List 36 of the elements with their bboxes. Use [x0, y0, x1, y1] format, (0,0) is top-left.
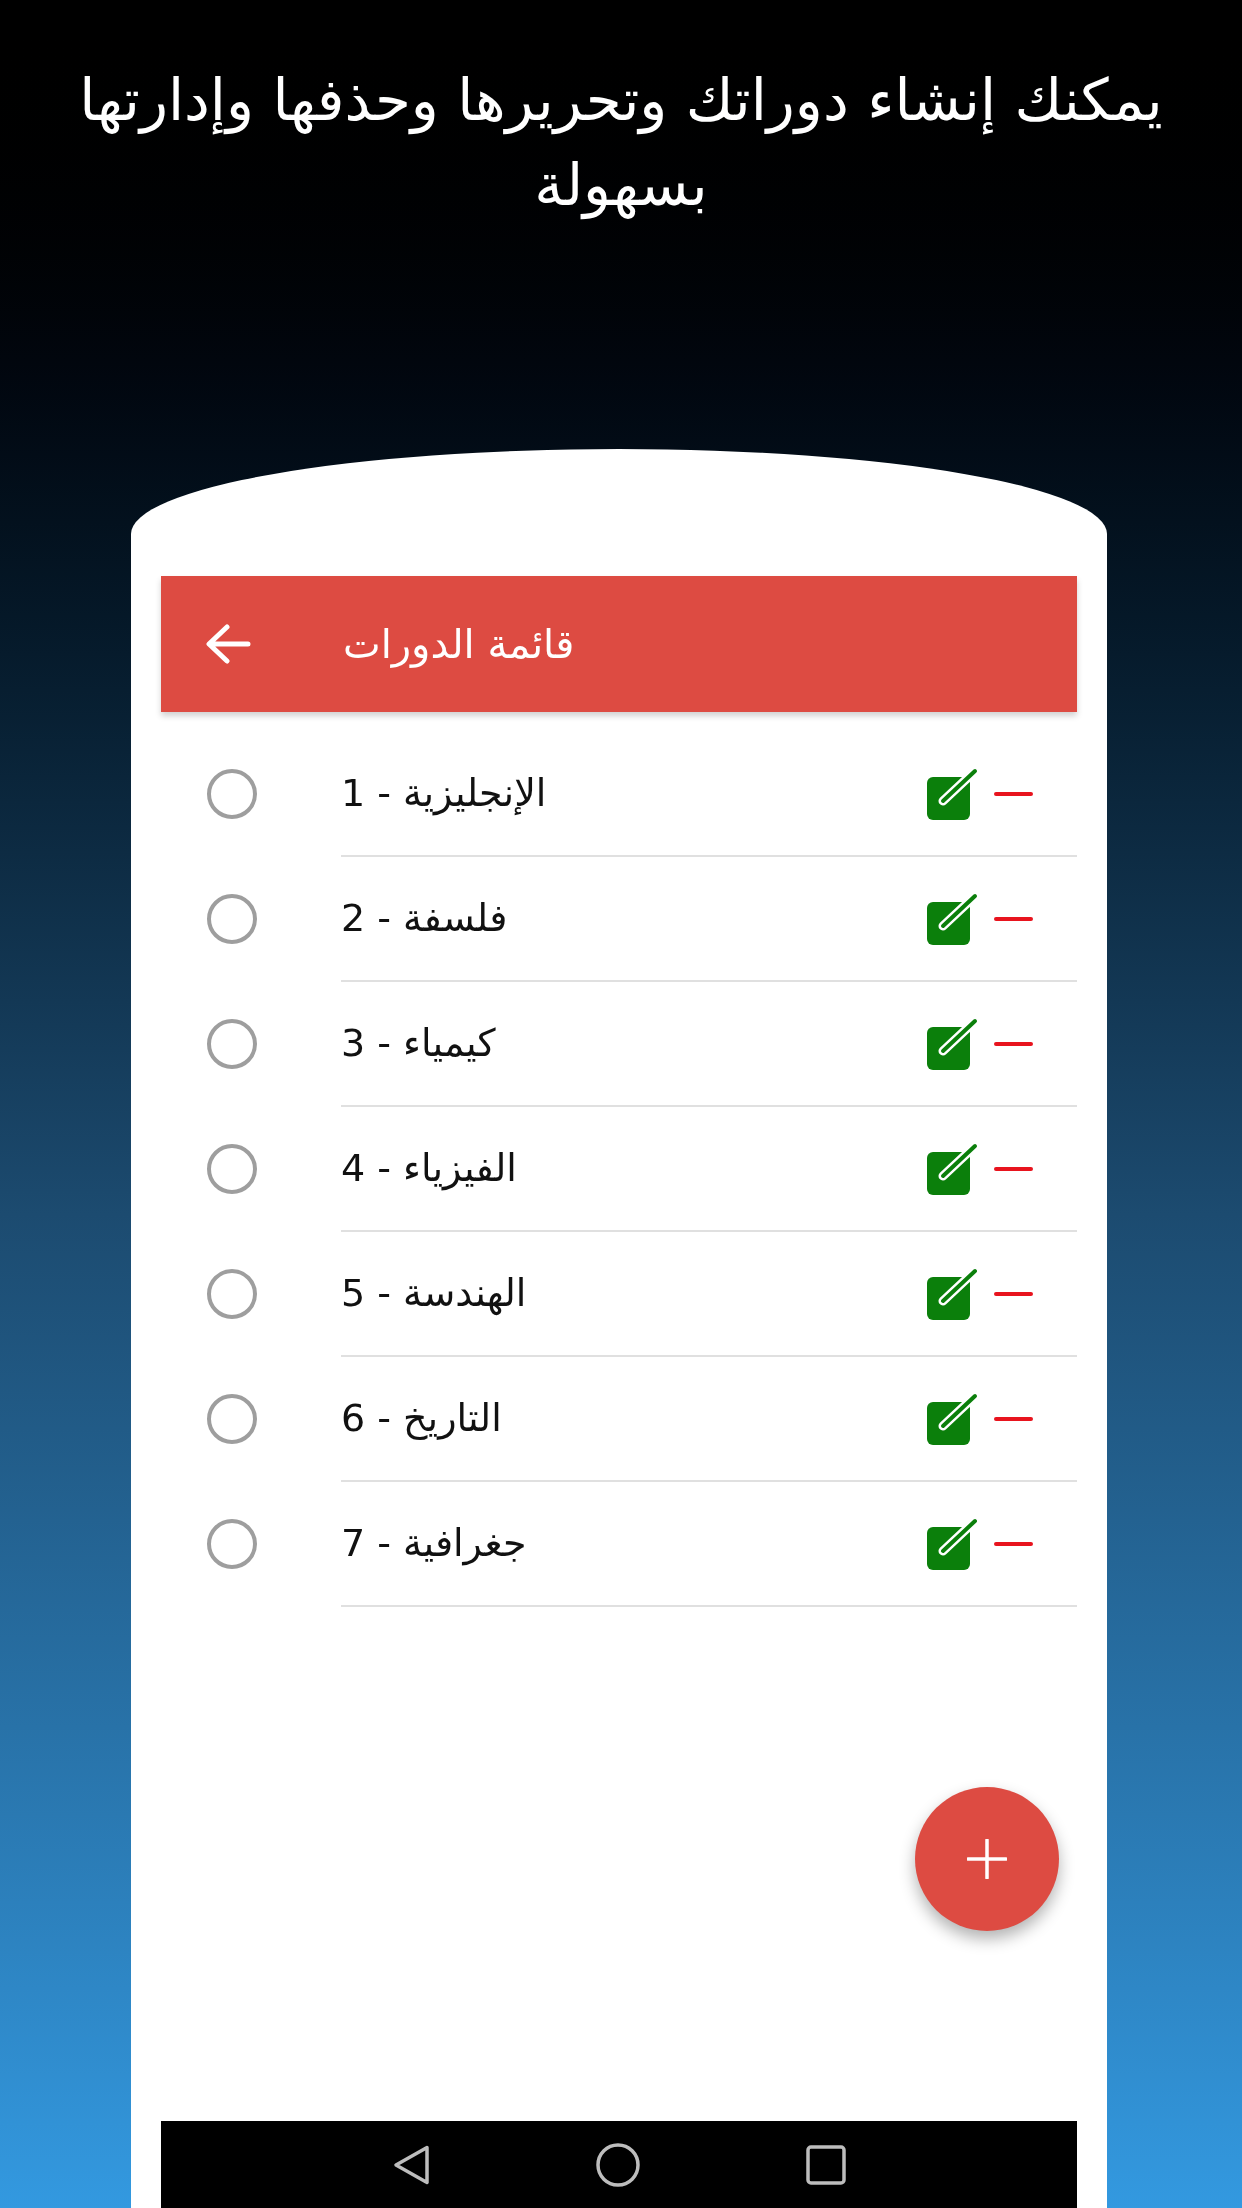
- add-button[interactable]: [915, 1787, 1059, 1931]
- edit-icon[interactable]: [927, 1142, 979, 1195]
- course-name: جغرافية - 7: [341, 1520, 527, 1568]
- course-name: الفيزياء - 4: [341, 1145, 517, 1193]
- radio-button[interactable]: [207, 1518, 257, 1569]
- edit-icon[interactable]: [927, 767, 979, 820]
- radio-button[interactable]: [207, 1393, 257, 1444]
- recents-icon[interactable]: [805, 2144, 846, 2185]
- radio-button[interactable]: [207, 1143, 257, 1194]
- back-icon[interactable]: [392, 2144, 430, 2185]
- radio-button[interactable]: [207, 1018, 257, 1069]
- plus-icon: [967, 1839, 1007, 1879]
- minus-icon[interactable]: [994, 1166, 1033, 1171]
- course-name: الإنجليزية - 1: [341, 770, 547, 818]
- edit-icon[interactable]: [927, 892, 979, 945]
- minus-icon[interactable]: [994, 791, 1033, 796]
- headline: يمكنك إنشاء دوراتك وتحريرها وحذفها وإدارتها بسهولة: [78, 65, 1164, 222]
- course-name: الهندسة - 5: [341, 1270, 527, 1318]
- radio-button[interactable]: [207, 1268, 257, 1319]
- course-name: فلسفة - 2: [341, 895, 508, 942]
- edit-icon[interactable]: [927, 1517, 979, 1570]
- edit-icon[interactable]: [927, 1267, 979, 1320]
- back-arrow-icon[interactable]: [205, 624, 251, 664]
- home-icon[interactable]: [595, 2142, 640, 2187]
- app-bar-title: قائمة الدورات: [343, 620, 575, 670]
- edit-icon[interactable]: [927, 1392, 979, 1445]
- minus-icon[interactable]: [994, 1541, 1033, 1546]
- course-name: التاريخ - 6: [341, 1395, 502, 1442]
- minus-icon[interactable]: [994, 916, 1033, 921]
- radio-button[interactable]: [207, 768, 257, 819]
- minus-icon[interactable]: [994, 1416, 1033, 1421]
- course-name: كيمياء - 3: [341, 1020, 496, 1067]
- edit-icon[interactable]: [927, 1017, 979, 1070]
- minus-icon[interactable]: [994, 1291, 1033, 1296]
- minus-icon[interactable]: [994, 1041, 1033, 1046]
- radio-button[interactable]: [207, 893, 257, 944]
